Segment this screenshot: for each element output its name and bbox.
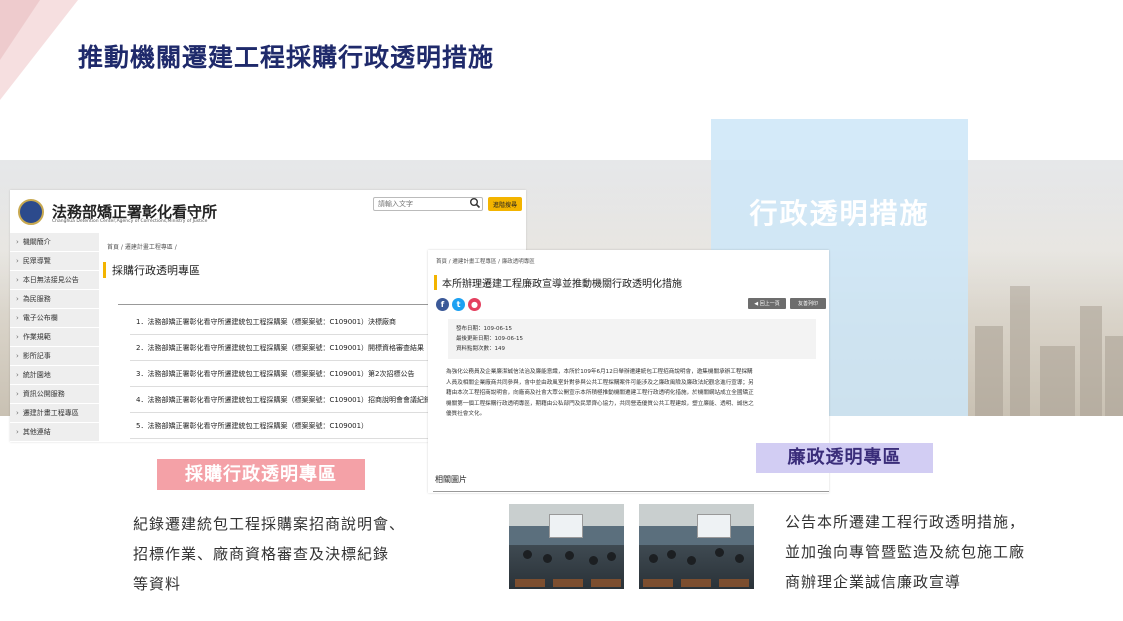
integrity-zone-label: 廉政透明專區 [756,443,933,473]
related-photos-label: 相關圖片 [435,475,467,484]
slide-title: 推動機關遷建工程採購行政透明措施 [78,43,495,72]
updated-date: 最後更新日期：109-06-15 [456,336,523,342]
facebook-icon[interactable]: f [436,298,449,311]
sidebar-item[interactable]: 資訊公開服務 [10,385,99,404]
body-line: 機關第一個工程採購行政透明專區，期藉由公私部門及民眾齊心協力，共同營造優質公共工… [446,400,754,407]
sidebar-item[interactable]: 為民服務 [10,290,99,309]
sidebar-item[interactable]: 電子公布欄 [10,309,99,328]
print-button[interactable]: 友善列印 [790,298,826,309]
sidebar-item[interactable]: 民眾導覽 [10,252,99,271]
search-icon[interactable] [469,197,481,209]
description-line: 商辦理企業誠信廉政宣導 [785,573,962,591]
agency-logo [18,199,44,225]
sidebar-menu: 機關簡介 民眾導覽 本日無法接見公告 為民服務 電子公布欄 作業規範 影所記事 … [10,233,99,442]
article-body: 為強化公務員及企業廉潔誠信法治及廉能意識，本所於109年6月12日舉辦遷建統包工… [446,367,818,420]
view-count: 資料點閱次數：149 [456,346,505,352]
description-line: 紀錄遷建統包工程採購案招商說明會、 [133,515,406,533]
twitter-icon[interactable]: t [452,298,465,311]
procurement-description: 紀錄遷建統包工程採購案招商說明會、 招標作業、廠商資格審查及決標紀錄 等資料 [133,509,433,599]
description-line: 公告本所遷建工程行政透明措施， [785,513,1026,531]
description-line: 並加強向專管暨監造及統包施工廠 [785,543,1026,561]
integrity-description: 公告本所遷建工程行政透明措施， 並加強向專管暨監造及統包施工廠 商辦理企業誠信廉… [785,507,1105,597]
corner-decoration [0,0,78,100]
sidebar-item[interactable]: 機關簡介 [10,233,99,252]
description-line: 等資料 [133,575,182,593]
body-line: 為強化公務員及企業廉潔誠信法治及廉能意識，本所於109年6月12日舉辦遷建統包工… [446,369,753,375]
agency-name-en: Changhua Detention Center,Agency of Corr… [52,219,208,224]
website-header: 法務部矯正署彰化看守所 Changhua Detention Center,Ag… [10,190,526,230]
sidebar-item[interactable]: 作業規範 [10,328,99,347]
procurement-zone-label: 採購行政透明專區 [157,459,365,490]
share-icon[interactable]: ● [468,298,481,311]
breadcrumb[interactable]: 首頁 / 遷建計畫工程專區 / 廉政透明專區 [436,257,535,265]
event-photo[interactable] [509,504,624,589]
sidebar-item[interactable]: 遷建計畫工程專區 [10,404,99,423]
body-line: 藉由本次工程招商說明會，向廠商及社會大眾公開宣示本所積極推動機關遷建工程行政透明… [446,390,754,396]
page-title: 採購行政透明專區 [103,262,200,278]
body-line: 人員及相關企業廠商共同參與，會中並由政風室針對參與公共工程採購案件可能涉及之廉政… [446,379,754,386]
divider [433,491,829,492]
event-photo[interactable] [639,504,754,589]
article-title: 本所辦理遷建工程廉政宣導並推動機關行政透明化措施 [434,275,682,290]
advanced-search-button[interactable]: 進階搜尋 [488,197,522,211]
breadcrumb[interactable]: 首頁 / 遷建計畫工程專區 / [107,242,177,251]
publish-date: 發布日期：109-06-15 [456,326,512,332]
description-line: 招標作業、廠商資格審查及決標紀錄 [133,545,390,563]
sidebar-item[interactable]: 統計園地 [10,366,99,385]
article-meta: 發布日期：109-06-15 最後更新日期：109-06-15 資料點閱次數：1… [448,319,816,359]
highlight-panel-title: 行政透明措施 [749,197,930,230]
sidebar-item[interactable]: 其他連結 [10,423,99,442]
sidebar-item[interactable]: 影所記事 [10,347,99,366]
body-line: 優質社會文化。 [446,411,486,417]
sidebar-item[interactable]: 本日無法接見公告 [10,271,99,290]
search-input[interactable] [373,197,483,211]
back-button[interactable]: ◀ 回上一頁 [748,298,786,309]
